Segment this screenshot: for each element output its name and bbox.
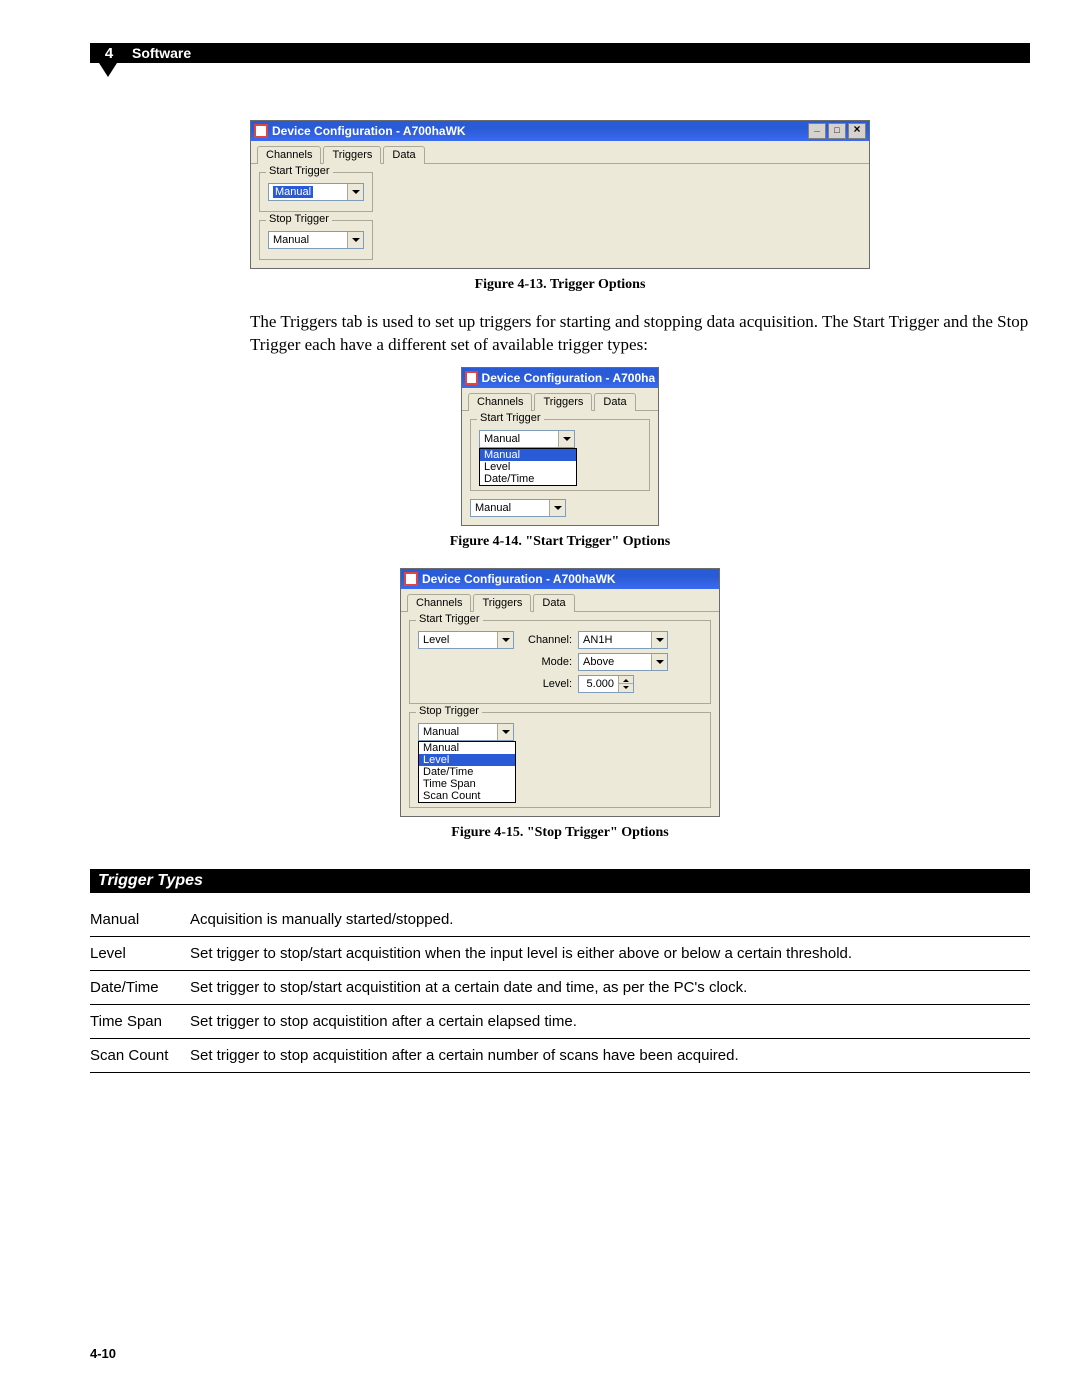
spinner-up-icon[interactable]: [619, 676, 633, 685]
defrow-scancount: Scan Count Set trigger to stop acquistit…: [90, 1039, 1030, 1073]
option-manual[interactable]: Manual: [419, 742, 515, 754]
start-trigger-group: Start Trigger Manual: [259, 172, 373, 212]
start-trigger-group: Start Trigger Manual Manual Level Date/T…: [470, 419, 650, 491]
level-label: Level:: [528, 678, 572, 690]
option-level[interactable]: Level: [419, 754, 515, 766]
chevron-down-icon[interactable]: [558, 431, 574, 447]
dialog-fig15: Device Configuration - A700haWK Channels…: [400, 568, 720, 817]
term: Time Span: [90, 1013, 190, 1030]
start-trigger-dropdown[interactable]: Manual Level Date/Time: [479, 448, 577, 486]
chevron-down-icon[interactable]: [549, 500, 565, 516]
maximize-button[interactable]: [828, 123, 846, 139]
chapter-title: Software: [132, 45, 191, 61]
defrow-level: Level Set trigger to stop/start acquisti…: [90, 937, 1030, 971]
level-spinner[interactable]: 5.000: [578, 675, 634, 693]
tab-data[interactable]: Data: [594, 393, 635, 411]
defrow-timespan: Time Span Set trigger to stop acquistiti…: [90, 1005, 1030, 1039]
term: Date/Time: [90, 979, 190, 996]
chevron-down-icon[interactable]: [347, 184, 363, 200]
app-icon: [404, 572, 418, 586]
figure-caption-14: Figure 4-14. "Start Trigger" Options: [90, 534, 1030, 550]
dialog-fig13: Device Configuration - A700haWK Channels…: [250, 120, 870, 269]
tab-channels[interactable]: Channels: [257, 146, 321, 164]
tab-data[interactable]: Data: [383, 146, 424, 164]
term: Manual: [90, 911, 190, 928]
start-trigger-combo[interactable]: Manual: [268, 183, 364, 201]
titlebar[interactable]: Device Configuration - A700haWK: [401, 569, 719, 589]
definition-list: Manual Acquisition is manually started/s…: [90, 903, 1030, 1073]
chevron-down-icon[interactable]: [347, 232, 363, 248]
tab-triggers[interactable]: Triggers: [323, 146, 381, 164]
tab-channels[interactable]: Channels: [407, 594, 471, 612]
body-paragraph: The Triggers tab is used to set up trigg…: [250, 311, 1030, 357]
mode-label: Mode:: [528, 656, 572, 668]
term: Scan Count: [90, 1047, 190, 1064]
desc: Set trigger to stop/start acquistition a…: [190, 979, 1030, 996]
desc: Set trigger to stop/start acquistition w…: [190, 945, 1030, 962]
page-number: 4-10: [90, 1346, 116, 1361]
start-trigger-legend: Start Trigger: [416, 613, 483, 625]
chevron-down-icon[interactable]: [651, 632, 667, 648]
chevron-down-icon[interactable]: [651, 654, 667, 670]
start-trigger-legend: Start Trigger: [477, 412, 544, 424]
tab-triggers[interactable]: Triggers: [473, 594, 531, 612]
tab-triggers[interactable]: Triggers: [534, 393, 592, 411]
window-title: Device Configuration - A700haWK: [422, 572, 616, 586]
chapter-number: 4: [98, 45, 120, 62]
window-title: Device Configuration - A700haWK: [272, 124, 466, 138]
desc: Set trigger to stop acquistition after a…: [190, 1047, 1030, 1064]
tab-strip: Channels Triggers Data: [401, 589, 719, 612]
app-icon: [465, 371, 478, 385]
chapter-marker-icon: [99, 63, 117, 77]
stop-trigger-dropdown[interactable]: Manual Level Date/Time Time Span Scan Co…: [418, 741, 516, 803]
start-trigger-legend: Start Trigger: [266, 165, 333, 177]
figure-caption-15: Figure 4-15. "Stop Trigger" Options: [90, 825, 1030, 841]
stop-trigger-group: Stop Trigger Manual: [259, 220, 373, 260]
tab-strip: Channels Triggers Data: [462, 388, 658, 411]
tab-strip: Channels Triggers Data: [251, 141, 869, 164]
defrow-manual: Manual Acquisition is manually started/s…: [90, 903, 1030, 937]
titlebar[interactable]: Device Configuration - A700haWK: [462, 368, 658, 388]
option-datetime[interactable]: Date/Time: [480, 473, 576, 485]
option-level[interactable]: Level: [480, 461, 576, 473]
start-trigger-group: Start Trigger Level Channel: AN1H Mode:: [409, 620, 711, 704]
section-heading: Trigger Types: [90, 869, 1030, 893]
window-title: Device Configuration - A700haWK: [482, 371, 655, 385]
dialog-fig14: Device Configuration - A700haWK Channels…: [461, 367, 659, 526]
spinner-down-icon[interactable]: [619, 684, 633, 692]
option-manual[interactable]: Manual: [480, 449, 576, 461]
stop-trigger-combo[interactable]: Manual: [268, 231, 364, 249]
channel-label: Channel:: [528, 634, 572, 646]
stop-trigger-combo[interactable]: Manual: [418, 723, 514, 741]
term: Level: [90, 945, 190, 962]
chevron-down-icon[interactable]: [497, 632, 513, 648]
minimize-button[interactable]: [808, 123, 826, 139]
desc: Set trigger to stop acquistition after a…: [190, 1013, 1030, 1030]
start-trigger-combo[interactable]: Level: [418, 631, 514, 649]
tab-channels[interactable]: Channels: [468, 393, 532, 411]
mode-combo[interactable]: Above: [578, 653, 668, 671]
figure-caption-13: Figure 4-13. Trigger Options: [90, 277, 1030, 293]
app-icon: [254, 124, 268, 138]
option-datetime[interactable]: Date/Time: [419, 766, 515, 778]
option-scancount[interactable]: Scan Count: [419, 790, 515, 802]
start-trigger-combo[interactable]: Manual: [479, 430, 575, 448]
stop-trigger-legend: Stop Trigger: [266, 213, 332, 225]
desc: Acquisition is manually started/stopped.: [190, 911, 1030, 928]
close-button[interactable]: [848, 123, 866, 139]
titlebar[interactable]: Device Configuration - A700haWK: [251, 121, 869, 141]
chapter-header-bar: 4 Software: [90, 43, 1030, 63]
stop-trigger-group: Stop Trigger Manual Manual Level Date/Ti…: [409, 712, 711, 808]
option-timespan[interactable]: Time Span: [419, 778, 515, 790]
stop-trigger-legend: Stop Trigger: [416, 705, 482, 717]
tab-data[interactable]: Data: [533, 594, 574, 612]
chevron-down-icon[interactable]: [497, 724, 513, 740]
defrow-datetime: Date/Time Set trigger to stop/start acqu…: [90, 971, 1030, 1005]
channel-combo[interactable]: AN1H: [578, 631, 668, 649]
stop-trigger-combo[interactable]: Manual: [470, 499, 566, 517]
